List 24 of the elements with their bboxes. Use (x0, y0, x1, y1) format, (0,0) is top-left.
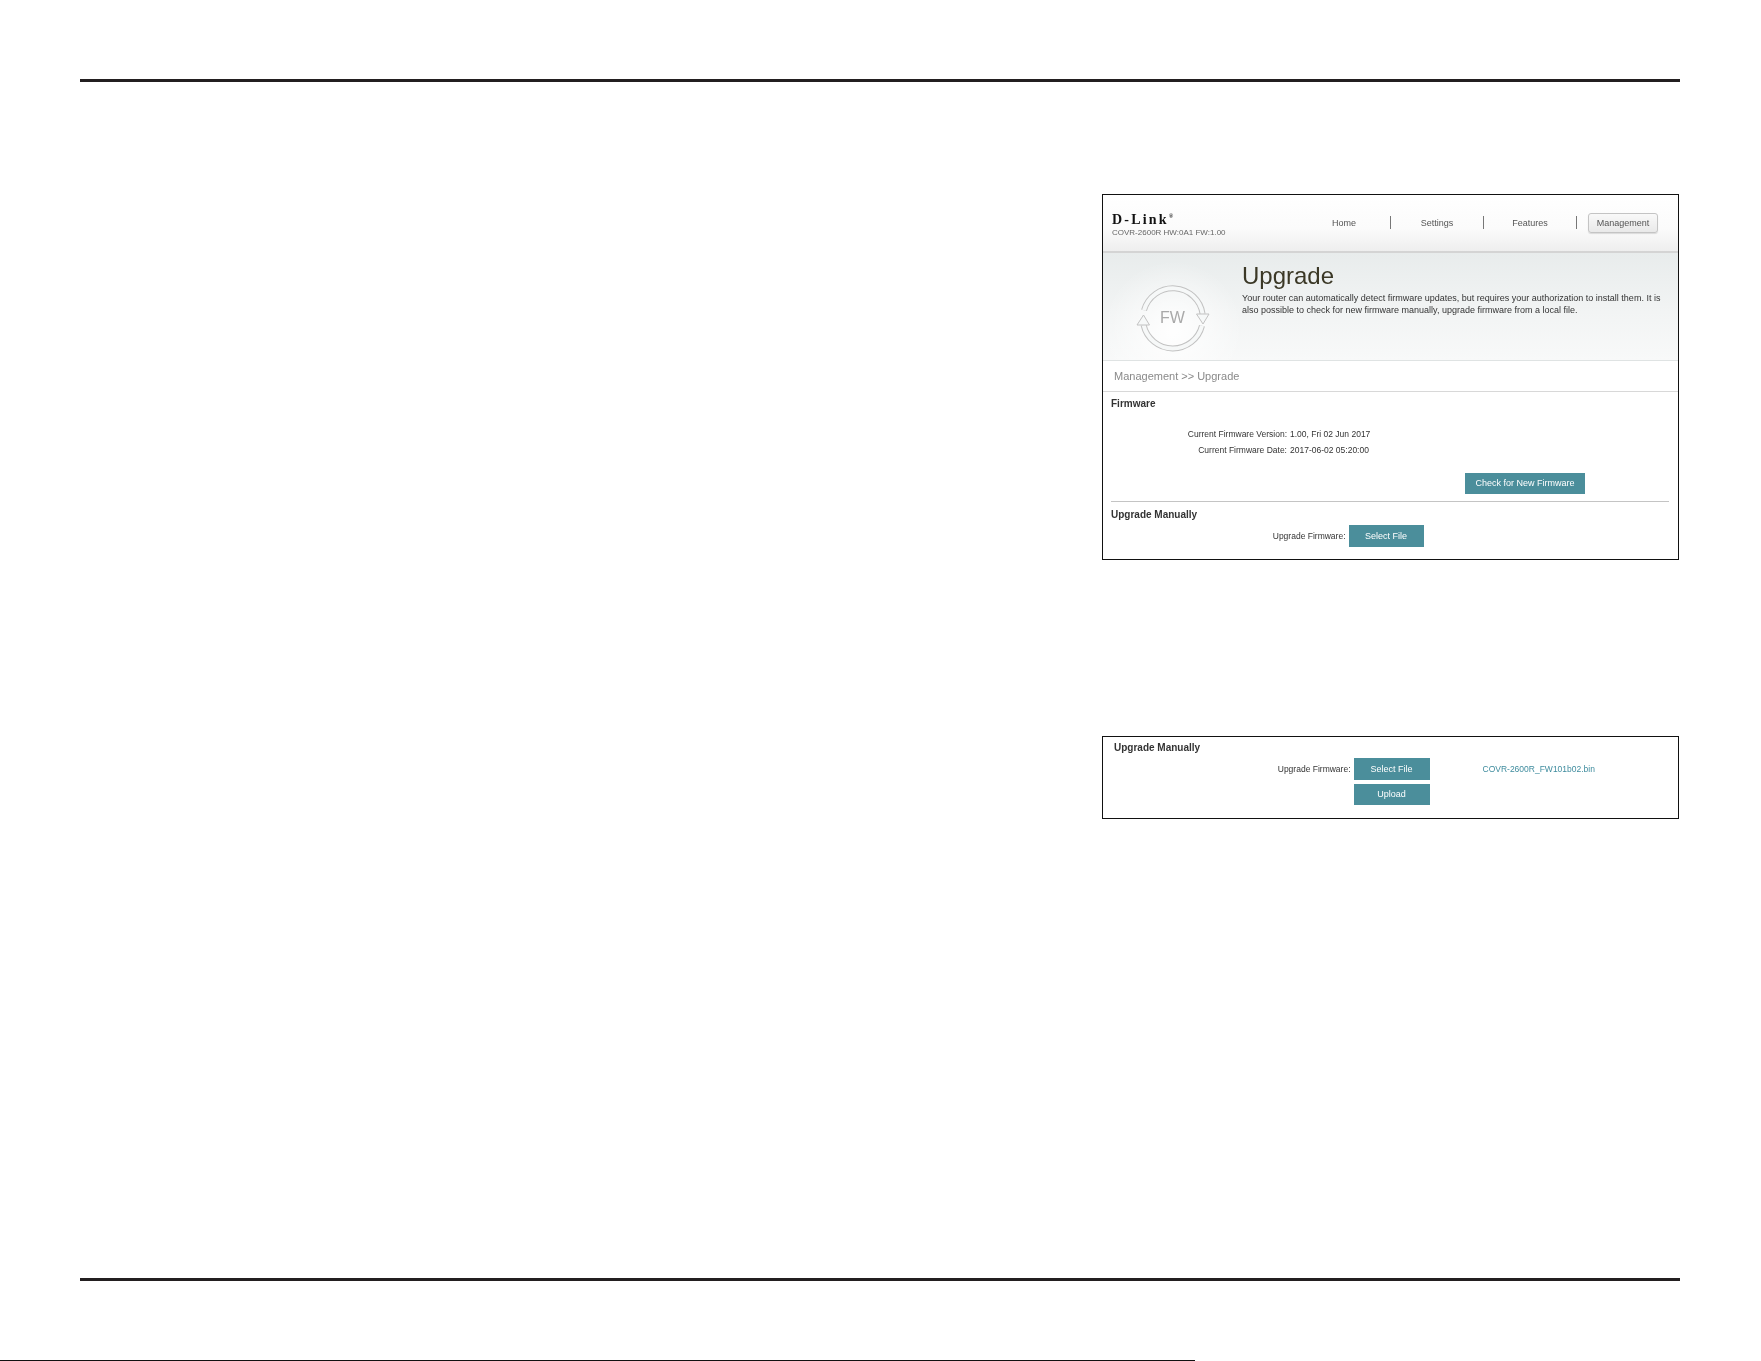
field-label: Upgrade Firmware: (1271, 530, 1347, 541)
select-file-button[interactable]: Select File (1348, 524, 1424, 547)
select-file-button[interactable]: Select File (1353, 757, 1430, 780)
field-label: Current Firmware Version: (1187, 427, 1287, 441)
nav-tab[interactable]: Settings (1411, 212, 1463, 233)
brand-logo: D-Link$^{®}$ (1112, 211, 1175, 227)
field-value: 2017-06-02 05:20:00 (1290, 443, 1370, 457)
page-description: Your router can automatically detect firmware updates, but requires your authorization to install them. It is also possible to check for new firmware manually, upgrade firmware from a local file. (1242, 291, 1662, 316)
check-firmware-button[interactable]: Check for New Firmware (1465, 472, 1585, 494)
page-title: Upgrade (1242, 261, 1336, 290)
model-info: COVR-2600R HW:0A1 FW:1.00 (1112, 228, 1226, 238)
section-title: Upgrade Manually (1111, 508, 1198, 521)
nav-tab[interactable]: Home (1323, 212, 1365, 233)
file-name: COVR-2600R_FW101b02.bin (1482, 763, 1595, 774)
field-label: Current Firmware Date: (1198, 443, 1287, 457)
field-value: 1.00, Fri 02 Jun 2017 (1290, 427, 1371, 441)
field-label: Upgrade Firmware: (1276, 763, 1352, 774)
section-title: Firmware (1111, 397, 1156, 410)
upload-button[interactable]: Upload (1353, 783, 1430, 805)
breadcrumb: Management >> Upgrade (1103, 360, 1678, 392)
section-title: Upgrade Manually (1114, 741, 1201, 754)
nav-tab[interactable]: Management (1587, 212, 1659, 233)
nav-tab[interactable]: Features (1503, 212, 1557, 233)
icon-label: FW (1160, 309, 1185, 326)
